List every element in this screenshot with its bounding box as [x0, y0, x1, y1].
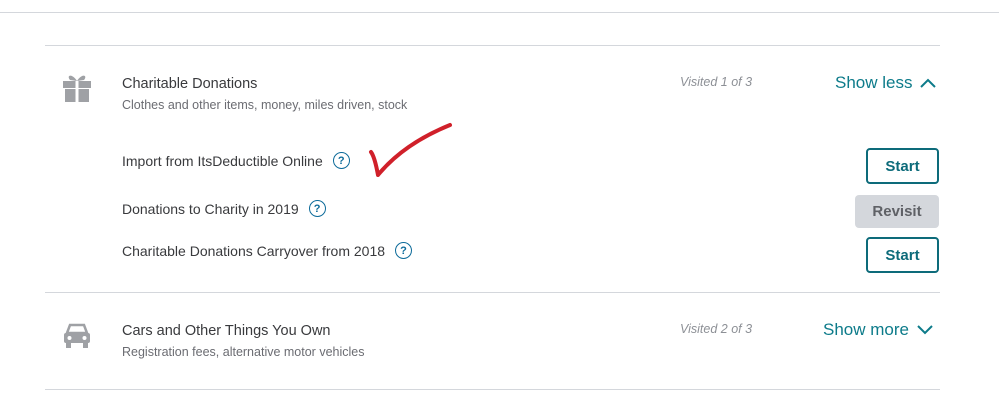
item-import-itsdeductible: Import from ItsDeductible Online ? — [122, 152, 350, 169]
section-divider — [45, 389, 940, 390]
show-less-button[interactable]: Show less — [835, 73, 937, 93]
toggle-label: Show more — [823, 320, 909, 339]
help-icon[interactable]: ? — [308, 200, 326, 217]
section-divider — [45, 292, 940, 293]
revisit-button[interactable]: Revisit — [855, 195, 939, 228]
item-label: Import from ItsDeductible Online — [122, 152, 323, 169]
section-divider — [45, 45, 940, 46]
visited-status: Visited 1 of 3 — [680, 75, 753, 89]
section-subtitle: Clothes and other items, money, miles dr… — [122, 98, 408, 112]
chevron-up-icon — [920, 78, 937, 88]
cropped-previous-section — [0, 0, 999, 13]
help-icon[interactable]: ? — [395, 242, 413, 259]
item-donations-carryover: Charitable Donations Carryover from 2018… — [122, 242, 413, 259]
item-donations-to-charity: Donations to Charity in 2019 ? — [122, 200, 326, 217]
start-button[interactable]: Start — [866, 148, 939, 184]
start-button[interactable]: Start — [866, 237, 939, 273]
car-icon — [64, 323, 90, 348]
toggle-label: Show less — [835, 73, 913, 92]
visited-status: Visited 2 of 3 — [680, 322, 753, 336]
help-icon[interactable]: ? — [332, 152, 350, 169]
section-title: Charitable Donations — [122, 76, 258, 92]
section-subtitle: Registration fees, alternative motor veh… — [122, 345, 365, 359]
section-title: Cars and Other Things You Own — [122, 323, 331, 339]
show-more-button[interactable]: Show more — [823, 320, 933, 340]
item-label: Donations to Charity in 2019 — [122, 200, 299, 217]
chevron-down-icon — [917, 325, 933, 335]
red-checkmark-annotation — [369, 123, 452, 177]
item-label: Charitable Donations Carryover from 2018 — [122, 242, 386, 259]
gift-icon — [63, 75, 91, 102]
